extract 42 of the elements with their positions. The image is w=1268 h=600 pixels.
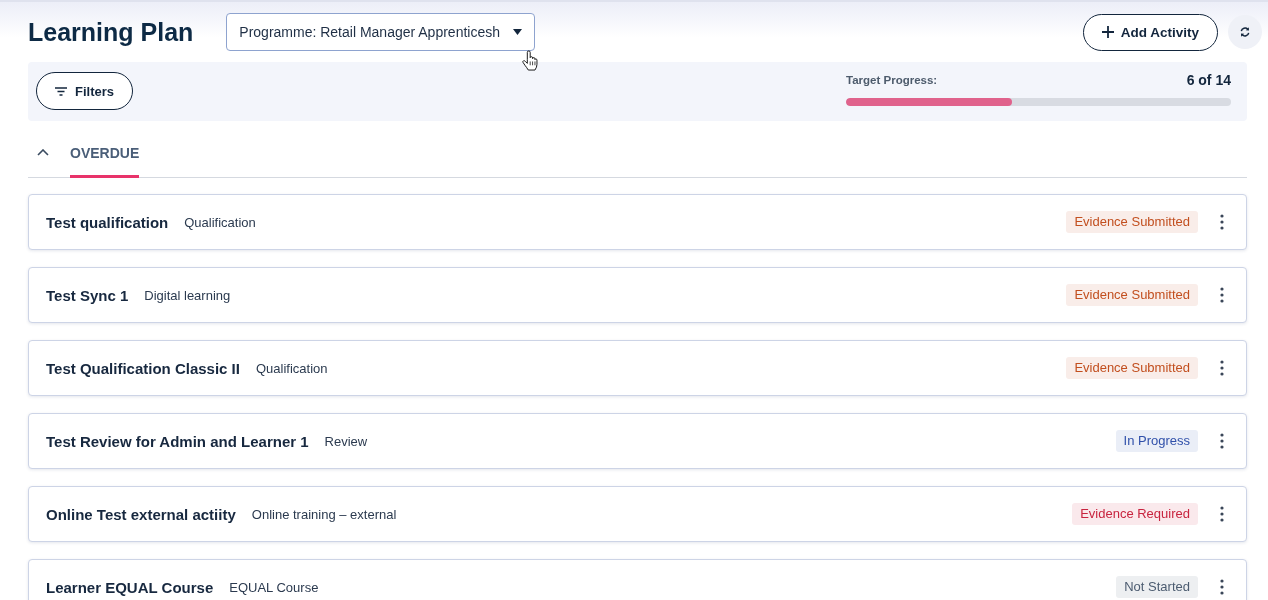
activity-type: Qualification xyxy=(255,360,328,376)
activity-card[interactable]: Learner EQUAL Course EQUAL Course Not Started xyxy=(28,559,1247,600)
activity-type: Digital learning xyxy=(144,287,231,303)
activity-title: Test Review for Admin and Learner 1 xyxy=(46,432,309,450)
more-options-icon[interactable] xyxy=(1220,433,1224,449)
more-options-icon[interactable] xyxy=(1220,579,1224,595)
activity-title: Test Sync 1 xyxy=(46,286,129,304)
activity-type: Qualification xyxy=(184,214,256,230)
more-options-icon[interactable] xyxy=(1220,214,1224,230)
status-tag: In Progress xyxy=(1115,430,1198,452)
activity-title: Learner EQUAL Course xyxy=(46,578,214,596)
activity-title: Test qualification xyxy=(46,213,169,231)
target-progress-label: Target Progress: xyxy=(846,74,938,86)
status-tag: Evidence Submitted xyxy=(1066,357,1198,379)
status-tag: Evidence Submitted xyxy=(1066,284,1198,306)
more-options-icon[interactable] xyxy=(1220,287,1224,303)
more-options-icon[interactable] xyxy=(1220,360,1224,376)
activity-card[interactable]: Online Test external actiity Online training – external Evidence Required xyxy=(28,486,1247,542)
status-tag: Evidence Required xyxy=(1072,503,1198,525)
filters-button[interactable]: Filters xyxy=(36,72,133,110)
status-tag: Not Started xyxy=(1116,576,1198,598)
programme-dropdown[interactable]: Programme: Retail Manager Apprenticesh xyxy=(226,13,536,51)
page-title: Learning Plan xyxy=(28,17,194,47)
filter-icon xyxy=(55,86,67,96)
section-tab[interactable]: OVERDUE xyxy=(70,121,140,178)
target-progress-count: 6 of 14 xyxy=(1186,72,1231,88)
activity-card[interactable]: Test Qualification Classic II Qualification Evidence Submitted xyxy=(28,340,1247,396)
activity-type: EQUAL Course xyxy=(229,579,319,595)
activity-card[interactable]: Test qualification Qualification Evidence Submitted xyxy=(28,194,1247,250)
status-tag: Evidence Submitted xyxy=(1066,211,1198,233)
activity-card[interactable]: Test Review for Admin and Learner 1 Review In Progress xyxy=(28,413,1247,469)
chevron-up-icon[interactable] xyxy=(37,149,49,156)
activity-type: Review xyxy=(324,433,368,449)
activity-card[interactable]: Test Sync 1 Digital learning Evidence Submitted xyxy=(28,267,1247,323)
add-activity-button[interactable]: Add Activity xyxy=(1083,13,1218,51)
activity-title: Online Test external actiity xyxy=(46,505,236,523)
plus-icon xyxy=(1101,26,1114,38)
activity-type: Online training – external xyxy=(251,506,397,522)
caret-down-icon xyxy=(513,29,523,35)
more-options-icon[interactable] xyxy=(1220,506,1224,522)
activity-title: Test Qualification Classic II xyxy=(46,359,240,377)
refresh-icon[interactable] xyxy=(1228,15,1262,49)
